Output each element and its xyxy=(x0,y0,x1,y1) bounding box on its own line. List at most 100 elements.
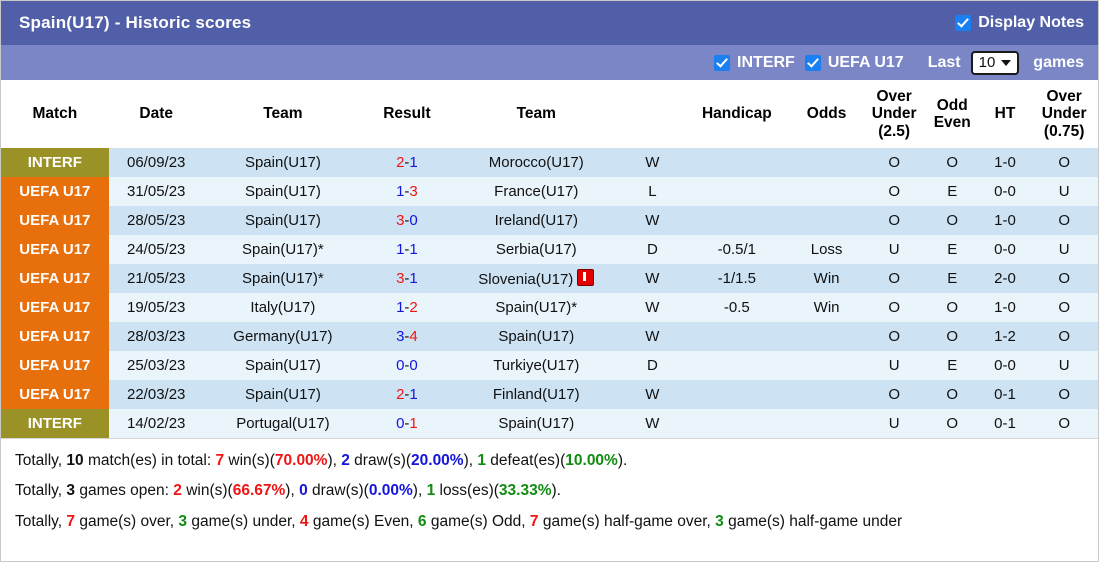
s3-t6: game(s) half-game over, xyxy=(538,512,716,530)
table-row[interactable]: UEFA U17 31/05/23 Spain(U17) 1-3 France(U17)… xyxy=(1,177,1098,207)
table-row[interactable]: UEFA U17 24/05/23 Spain(U17)* 1-1 Serbia(U17… xyxy=(1,235,1098,265)
table-row[interactable]: INTERF 06/09/23 Spain(U17) 2-1 Morocco(U17) W… xyxy=(1,148,1098,178)
chevron-down-icon xyxy=(1001,59,1012,66)
competition-badge: UEFA U17 xyxy=(1,380,109,410)
score-away: 1 xyxy=(409,154,418,172)
cell-outcome: W xyxy=(620,322,685,352)
s3-even: 4 xyxy=(299,512,309,530)
competition-badge: UEFA U17 xyxy=(1,235,109,265)
s3-t1: Totally, xyxy=(15,512,67,530)
uefa-u17-checkbox[interactable] xyxy=(804,54,821,71)
cell-away-team[interactable]: Spain(U17) xyxy=(451,322,621,352)
table-row[interactable]: UEFA U17 25/03/23 Spain(U17) 0-0 Turkiye(U17… xyxy=(1,351,1098,381)
cell-handicap xyxy=(684,409,790,439)
col-over-under-25[interactable]: Over Under (2.5) xyxy=(863,80,925,149)
display-notes-checkbox[interactable] xyxy=(955,15,972,31)
filter-interf[interactable]: INTERF xyxy=(714,54,795,72)
cell-competition: UEFA U17 xyxy=(1,235,109,265)
cell-result: 3-1 xyxy=(362,264,452,294)
cell-over-under-075: O xyxy=(1030,380,1098,410)
cell-away-team[interactable]: France(U17) xyxy=(451,177,621,207)
table-row[interactable]: UEFA U17 28/03/23 Germany(U17) 3-4 Spain(U17… xyxy=(1,322,1098,352)
cell-competition: UEFA U17 xyxy=(1,380,109,410)
last-label: Last xyxy=(927,53,961,71)
cell-away-team[interactable]: Spain(U17)* xyxy=(451,293,621,323)
competition-badge: UEFA U17 xyxy=(1,206,109,236)
cell-odd-even: E xyxy=(924,235,980,265)
s2-t1: Totally, xyxy=(15,482,67,500)
cell-competition: UEFA U17 xyxy=(1,206,109,236)
s2-t5: draw(s)( xyxy=(307,482,369,500)
col-match[interactable]: Match xyxy=(1,80,109,149)
cell-home-team[interactable]: Spain(U17)* xyxy=(203,235,363,265)
oddeven-line1: Odd xyxy=(936,96,968,114)
s1-t2: match(es) in total: xyxy=(83,452,216,470)
cell-home-team[interactable]: Spain(U17) xyxy=(203,351,363,381)
cell-away-team[interactable]: Slovenia(U17) xyxy=(451,264,621,294)
cell-result: 3-4 xyxy=(362,322,452,352)
interf-checkbox[interactable] xyxy=(714,54,731,71)
historic-scores-panel: Spain(U17) - Historic scores Display Not… xyxy=(0,0,1099,562)
cell-away-team[interactable]: Serbia(U17) xyxy=(451,235,621,265)
col-odd-even[interactable]: Odd Even xyxy=(924,80,980,149)
cell-home-team[interactable]: Spain(U17) xyxy=(203,380,363,410)
filter-uefa-u17[interactable]: UEFA U17 xyxy=(804,54,904,72)
cell-over-under-075: O xyxy=(1030,293,1098,323)
s2-loss-pct: 33.33% xyxy=(498,482,552,500)
cell-competition: UEFA U17 xyxy=(1,177,109,207)
competition-badge: INTERF xyxy=(1,409,109,439)
s1-draws: 2 xyxy=(341,452,350,470)
cell-away-team[interactable]: Morocco(U17) xyxy=(451,148,621,178)
cell-result: 1-3 xyxy=(362,177,452,207)
cell-date: 25/03/23 xyxy=(108,351,204,381)
table-row[interactable]: INTERF 14/02/23 Portugal(U17) 0-1 Spain(U17)… xyxy=(1,409,1098,439)
cell-away-team[interactable]: Ireland(U17) xyxy=(451,206,621,236)
cell-handicap xyxy=(684,380,790,410)
summary-line-ou: Totally, 7 game(s) over, 3 game(s) under… xyxy=(15,507,1084,537)
score-away: 1 xyxy=(409,415,418,433)
cell-over-under-25: O xyxy=(863,322,925,352)
cell-competition: INTERF xyxy=(1,409,109,439)
games-count-select[interactable]: 10 xyxy=(970,50,1020,75)
cell-home-team[interactable]: Spain(U17) xyxy=(203,148,363,178)
table-row[interactable]: UEFA U17 28/05/23 Spain(U17) 3-0 Ireland(U17… xyxy=(1,206,1098,236)
cell-odds xyxy=(789,206,864,236)
col-odds[interactable]: Odds xyxy=(789,80,864,149)
cell-home-team[interactable]: Germany(U17) xyxy=(203,322,363,352)
col-away-team[interactable]: Team xyxy=(451,80,621,149)
col-handicap[interactable]: Handicap xyxy=(684,80,790,149)
cell-ht: 1-0 xyxy=(979,293,1031,323)
display-notes-toggle[interactable]: Display Notes xyxy=(955,14,1084,32)
cell-home-team[interactable]: Portugal(U17) xyxy=(203,409,363,439)
table-row[interactable]: UEFA U17 22/03/23 Spain(U17) 2-1 Finland(U17… xyxy=(1,380,1098,410)
col-ht[interactable]: HT xyxy=(979,80,1031,149)
interf-label: INTERF xyxy=(737,53,795,71)
cell-date: 28/03/23 xyxy=(108,322,204,352)
cell-home-team[interactable]: Italy(U17) xyxy=(203,293,363,323)
cell-home-team[interactable]: Spain(U17)* xyxy=(203,264,363,294)
cell-over-under-25: O xyxy=(863,264,925,294)
cell-over-under-25: O xyxy=(863,177,925,207)
cell-away-team[interactable]: Turkiye(U17) xyxy=(451,351,621,381)
cell-home-team[interactable]: Spain(U17) xyxy=(203,177,363,207)
cell-over-under-075: U xyxy=(1030,177,1098,207)
cell-odd-even: O xyxy=(924,206,980,236)
col-date[interactable]: Date xyxy=(108,80,204,149)
col-result[interactable]: Result xyxy=(362,80,452,149)
cell-date: 31/05/23 xyxy=(108,177,204,207)
cell-away-team[interactable]: Spain(U17) xyxy=(451,409,621,439)
s3-half-over: 7 xyxy=(529,512,539,530)
cell-odds xyxy=(789,380,864,410)
cell-away-team[interactable]: Finland(U17) xyxy=(451,380,621,410)
page-title: Spain(U17) - Historic scores xyxy=(19,13,252,32)
competition-badge: UEFA U17 xyxy=(1,322,109,352)
cell-ht: 0-0 xyxy=(979,235,1031,265)
cell-home-team[interactable]: Spain(U17) xyxy=(203,206,363,236)
cell-ht: 0-1 xyxy=(979,409,1031,439)
table-row[interactable]: UEFA U17 19/05/23 Italy(U17) 1-2 Spain(U17)*… xyxy=(1,293,1098,323)
s1-total-matches: 10 xyxy=(66,452,84,470)
cell-odds xyxy=(789,148,864,178)
col-home-team[interactable]: Team xyxy=(203,80,363,149)
table-row[interactable]: UEFA U17 21/05/23 Spain(U17)* 3-1 Slovenia(U… xyxy=(1,264,1098,294)
col-over-under-075[interactable]: Over Under (0.75) xyxy=(1030,80,1098,149)
